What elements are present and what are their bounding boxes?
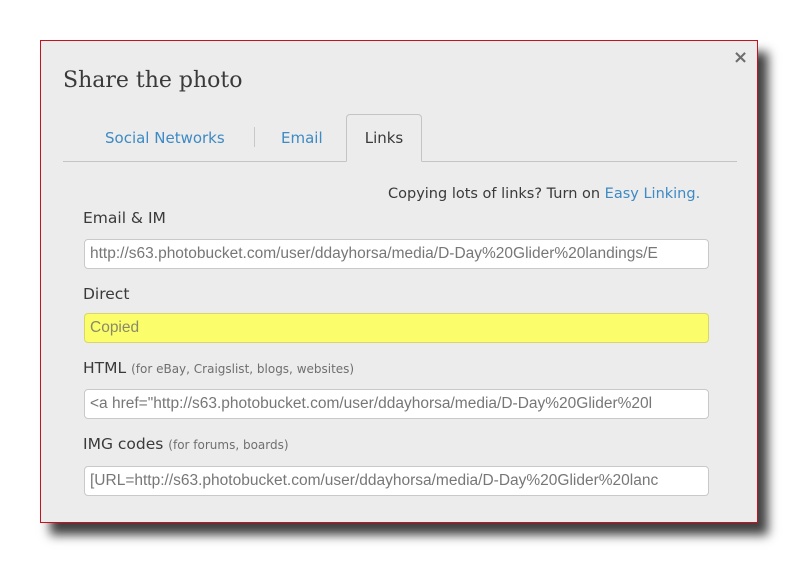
html-label-sub: (for eBay, Craigslist, blogs, websites) [131, 362, 355, 376]
direct-field[interactable]: Copied [84, 313, 709, 343]
html-label: HTML (for eBay, Craigslist, blogs, websi… [83, 359, 354, 377]
easy-linking-link[interactable]: Easy Linking. [605, 186, 701, 202]
tab-links[interactable]: Links [346, 114, 422, 162]
tab-email[interactable]: Email [281, 129, 323, 147]
email-im-field[interactable]: http://s63.photobucket.com/user/ddayhors… [84, 239, 709, 269]
easy-linking-hint: Copying lots of links? Turn on Easy Link… [388, 186, 700, 202]
img-codes-label-sub: (for forums, boards) [168, 438, 289, 452]
dialog-title: Share the photo [63, 68, 243, 93]
direct-label: Direct [83, 285, 130, 303]
img-codes-field[interactable]: [URL=http://s63.photobucket.com/user/dda… [84, 466, 709, 496]
img-codes-label: IMG codes (for forums, boards) [83, 435, 289, 453]
html-field[interactable]: <a href="http://s63.photobucket.com/user… [84, 389, 709, 419]
img-codes-label-text: IMG codes [83, 435, 164, 453]
email-im-label: Email & IM [83, 209, 166, 227]
tab-separator [254, 127, 255, 147]
hint-text: Copying lots of links? Turn on [388, 186, 605, 202]
close-icon[interactable]: × [733, 49, 748, 67]
html-label-text: HTML [83, 359, 127, 377]
tab-social-networks[interactable]: Social Networks [105, 129, 225, 147]
share-photo-dialog: × Share the photo Social Networks Email … [40, 40, 758, 523]
